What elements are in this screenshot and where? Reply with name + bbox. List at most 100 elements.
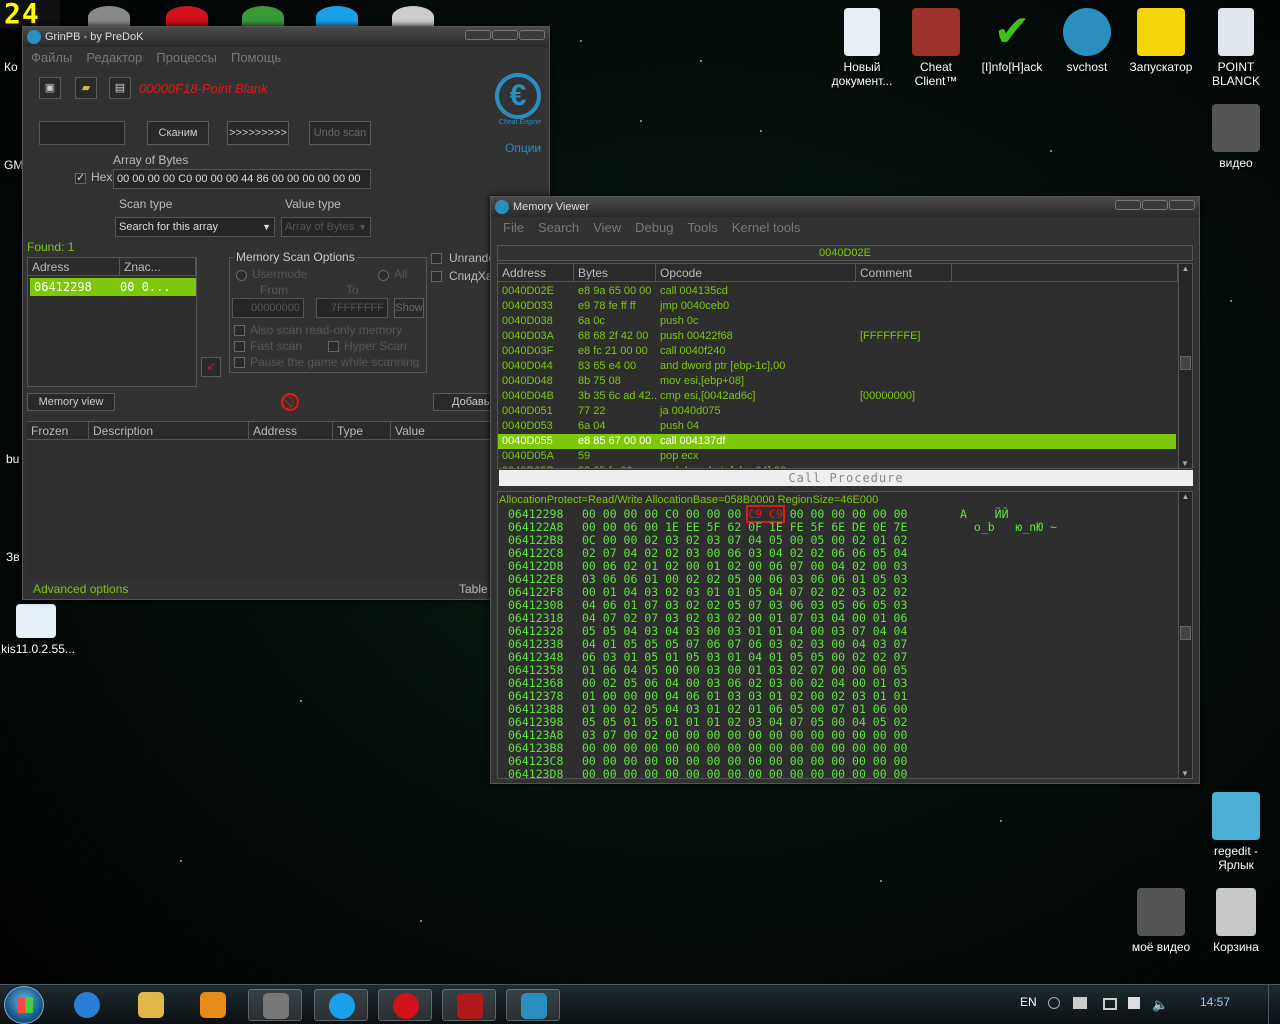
scroll-down-icon[interactable]: ▼ [1179, 459, 1191, 468]
menu-tools[interactable]: Tools [687, 220, 717, 235]
desktop-icon-my-video[interactable]: моё видео [1123, 888, 1199, 954]
value-type-select[interactable]: Array of Bytes ▼ [281, 217, 371, 237]
disassembler-row[interactable]: 0040D038 6a 0c push 0c [498, 314, 1176, 329]
taskbar-item[interactable] [186, 989, 240, 1021]
desktop-icon-video[interactable]: видео [1198, 104, 1274, 170]
start-button[interactable] [4, 986, 44, 1024]
scroll-up-icon[interactable]: ▲ [1179, 264, 1192, 273]
disassembler-row[interactable]: 0040D03A 68 68 2f 42 00 push 00422f68 [FFFF… [498, 329, 1176, 344]
col-type[interactable]: Type [333, 422, 391, 439]
col-description[interactable]: Description [89, 422, 249, 439]
menu-file[interactable]: File [503, 220, 524, 235]
network-icon[interactable] [1103, 998, 1117, 1010]
scroll-down-icon[interactable]: ▼ [1179, 769, 1191, 778]
desktop-icon-strip-4[interactable] [316, 6, 358, 28]
hex-scrollbar[interactable]: ▲ ▼ [1178, 492, 1192, 778]
from-input[interactable]: 00000000 [232, 298, 304, 318]
desktop-icon-regedit[interactable]: regedit - Ярлык [1198, 792, 1274, 872]
flag-icon[interactable] [1128, 997, 1140, 1009]
disassembler-row[interactable]: 0040D044 83 65 e4 00 and dword ptr [ebp-1c… [498, 359, 1176, 374]
disassembler-row[interactable]: 0040D05B83 65 fc 00and dword ptr [ebp-04… [498, 464, 1176, 468]
col-value[interactable]: Znac... [120, 258, 196, 275]
desktop-icon-cheat-client[interactable]: Cheat Client™ [898, 8, 974, 88]
volume-icon[interactable]: 🔈 [1152, 997, 1168, 1013]
result-row[interactable]: 06412298 00 0... [30, 278, 196, 296]
maximize-button[interactable] [492, 30, 518, 40]
next-scan-button[interactable]: >>>>>>>>> [227, 121, 289, 145]
taskbar-item[interactable] [124, 989, 178, 1021]
undo-scan-button[interactable]: Undo scan [309, 121, 371, 145]
minimize-button[interactable] [465, 30, 491, 40]
desktop-icon-new-document[interactable]: Новый документ... [824, 8, 900, 88]
menu-search[interactable]: Search [538, 220, 579, 235]
minimize-button[interactable] [1115, 200, 1141, 210]
to-input[interactable]: 7FFFFFFF [316, 298, 388, 318]
show-button[interactable]: Show [394, 298, 424, 318]
desktop-icon-recycle-bin[interactable]: Корзина [1198, 888, 1274, 954]
open-file-button[interactable]: ▰ [75, 77, 97, 99]
col-address[interactable]: Address [249, 422, 333, 439]
disassembler-row[interactable]: 0040D051 77 22 ja 0040d075 [498, 404, 1176, 419]
advanced-options-link[interactable]: Advanced options [33, 582, 128, 596]
disassembler-row[interactable]: 0040D04B 3b 35 6c ad 42... cmp esi,[0042ad… [498, 389, 1176, 404]
col-address[interactable]: Address [498, 264, 574, 281]
options-link[interactable]: Опции [505, 141, 541, 155]
desktop-icon-strip-1[interactable] [88, 6, 130, 28]
tray-icon-1[interactable] [1048, 997, 1060, 1009]
show-desktop-button[interactable] [1268, 985, 1280, 1024]
tray-icon-2[interactable] [1073, 997, 1087, 1009]
menu-kernel-tools[interactable]: Kernel tools [732, 220, 801, 235]
hex-row[interactable]: 064123D8 00 00 00 00 00 00 00 00 00 00 00… [498, 768, 925, 779]
open-process-button[interactable]: ▣ [39, 77, 61, 99]
menu-process[interactable]: Процессы [156, 50, 217, 65]
desktop-icon-launcher[interactable]: Запускатор [1123, 8, 1199, 74]
usermode-radio[interactable] [236, 270, 247, 281]
scan-value-small-input[interactable] [39, 121, 125, 145]
disassembler-row[interactable]: 0040D055 e8 85 67 00 00 call 004137df [498, 434, 1176, 449]
scroll-thumb[interactable] [1180, 626, 1191, 640]
desktop-icon-svchost[interactable]: svchost [1049, 8, 1125, 74]
menu-view[interactable]: View [593, 220, 621, 235]
col-comment[interactable]: Comment [856, 264, 952, 281]
scroll-thumb[interactable] [1180, 356, 1191, 370]
fastscan-checkbox[interactable] [234, 341, 245, 352]
desktop-icon-strip-5[interactable] [392, 6, 434, 28]
menu-help[interactable]: Помощь [231, 50, 281, 65]
col-frozen[interactable]: Frozen [27, 422, 89, 439]
stop-icon[interactable]: ⃠ [281, 393, 299, 411]
hyperscan-checkbox[interactable] [328, 341, 339, 352]
first-scan-button[interactable]: Сканим [147, 121, 209, 145]
scan-type-select[interactable]: Search for this array ▼ [115, 217, 275, 237]
desktop-icon-point-blanck[interactable]: POINT BLANCK [1198, 8, 1274, 88]
desktop-icon-infohack[interactable]: ✔ [I]nfo[H]ack [974, 8, 1050, 75]
speedhack-checkbox[interactable] [431, 271, 442, 282]
taskbar-item[interactable] [314, 989, 368, 1021]
memory-view-button[interactable]: Memory view [27, 393, 115, 411]
col-address[interactable]: Adress [28, 258, 120, 275]
col-bytes[interactable]: Bytes [574, 264, 656, 281]
disassembler-scrollbar[interactable]: ▲ ▼ [1178, 264, 1192, 468]
taskbar-item[interactable] [248, 989, 302, 1021]
clear-list-button[interactable]: ➶ [201, 357, 221, 377]
taskbar-item[interactable] [378, 989, 432, 1021]
readonly-checkbox[interactable] [234, 325, 245, 336]
clock[interactable]: 14:57 [1200, 995, 1230, 1009]
desktop-icon-kis[interactable]: kis11.0.2.55... [0, 604, 76, 656]
unrandomizer-checkbox[interactable] [431, 253, 442, 264]
disassembler-row[interactable]: 0040D05A 59 pop ecx [498, 449, 1176, 464]
scroll-up-icon[interactable]: ▲ [1179, 492, 1192, 501]
disassembler-row[interactable]: 0040D048 8b 75 08 mov esi,[ebp+08] [498, 374, 1176, 389]
hex-checkbox[interactable] [75, 171, 86, 184]
language-indicator[interactable]: EN [1020, 995, 1037, 1009]
col-opcode[interactable]: Opcode [656, 264, 856, 281]
maximize-button[interactable] [1142, 200, 1168, 210]
disassembler-row[interactable]: 0040D053 6a 04 push 04 [498, 419, 1176, 434]
taskbar-item[interactable] [60, 989, 114, 1021]
disassembler-row[interactable]: 0040D03F e8 fc 21 00 00 call 0040f240 [498, 344, 1176, 359]
address-bar[interactable]: 0040D02E [497, 245, 1193, 261]
cheat-engine-logo[interactable]: € Cheat Engine [495, 73, 545, 135]
menu-debug[interactable]: Debug [635, 220, 673, 235]
pause-checkbox[interactable] [234, 357, 245, 368]
taskbar-item[interactable] [506, 989, 560, 1021]
desktop-icon-strip-3[interactable] [242, 6, 284, 28]
